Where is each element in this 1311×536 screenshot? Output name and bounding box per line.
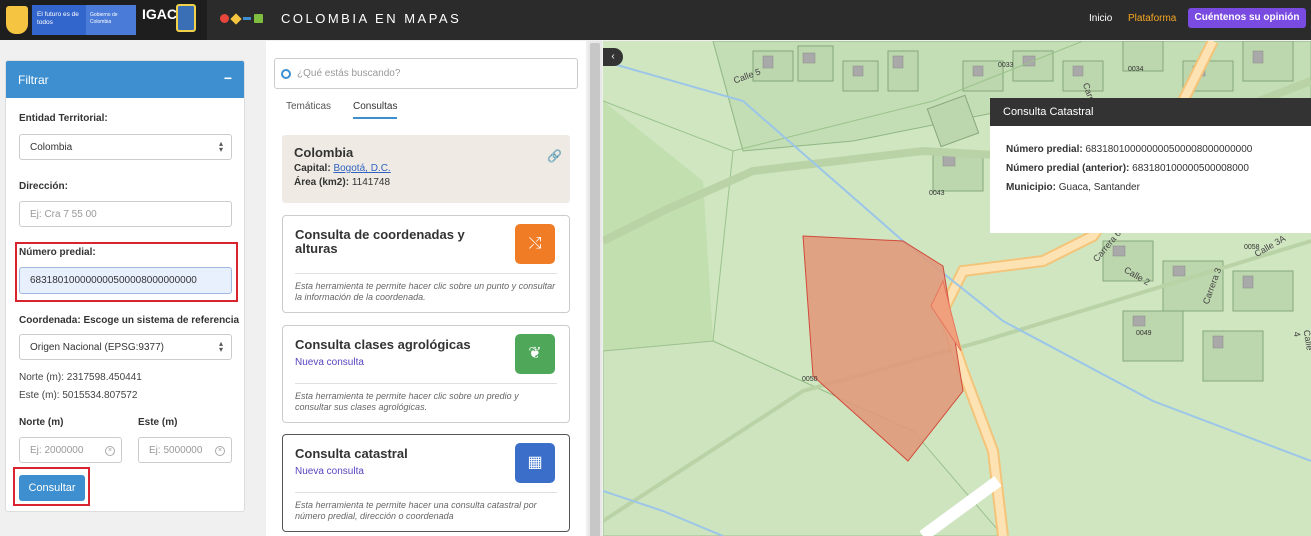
tab-consultas[interactable]: Consultas <box>353 101 398 119</box>
tools-panel: ¿Qué estás buscando? Temáticas Consultas… <box>266 41 586 536</box>
parcel-label: 0050 <box>802 376 818 383</box>
direccion-label: Dirección: <box>19 181 68 192</box>
parcel-label: 0033 <box>998 62 1014 69</box>
consultar-button[interactable]: Consultar <box>19 475 85 501</box>
tool-title: Consulta catastral <box>295 446 408 461</box>
select-arrows-icon: ▴ ▾ <box>218 139 223 154</box>
search-input[interactable]: ¿Qué estás buscando? <box>274 58 578 89</box>
clear-icon[interactable]: × <box>215 446 225 456</box>
tab-tematicas[interactable]: Temáticas <box>286 101 331 112</box>
coordenada-label: Coordenada: Escoge un sistema de referen… <box>19 315 240 326</box>
colombia-card: Colombia Capital: Bogotá, D.C. Área (km2… <box>282 135 570 203</box>
link-icon[interactable]: 🔗 <box>547 149 562 163</box>
layout-icon: ▦ <box>515 443 555 483</box>
tool-title: Consulta clases agrológicas <box>295 337 471 352</box>
parcel-label: 0043 <box>929 190 945 197</box>
popup-anterior-label: Número predial (anterior): <box>1006 163 1130 174</box>
brand-title: COLOMBIA EN MAPAS <box>281 11 462 26</box>
este-label: Este (m) <box>138 417 178 428</box>
clear-icon[interactable]: × <box>105 446 115 456</box>
norte-readout: Norte (m): 2317598.450441 <box>19 372 142 383</box>
cadastral-popup: Consulta Catastral Número predial: 68318… <box>990 98 1311 233</box>
scrollbar-thumb[interactable] <box>590 43 600 536</box>
entidad-label: Entidad Territorial: <box>19 113 108 124</box>
igac-logo: IGAC <box>142 6 177 22</box>
predial-label: Número predial: <box>19 247 96 258</box>
norte-placeholder: Ej: 2000000 <box>30 444 84 456</box>
nav-plataforma[interactable]: Plataforma <box>1128 13 1176 24</box>
este-placeholder: Ej: 5000000 <box>149 444 203 456</box>
entidad-select[interactable]: Colombia ▴ ▾ <box>19 134 232 160</box>
popup-municipio-value: Guaca, Santander <box>1058 182 1140 193</box>
tool-subtitle[interactable]: Nueva consulta <box>295 357 364 368</box>
tool-card-agrologicas[interactable]: Consulta clases agrológicas Nueva consul… <box>282 325 570 423</box>
popup-title: Consulta Catastral <box>990 98 1311 126</box>
coordenada-select[interactable]: Origen Nacional (EPSG:9377) ▴ ▾ <box>19 334 232 360</box>
filter-panel: Filtrar − Entidad Territorial: Colombia … <box>5 60 245 512</box>
popup-numero: Número predial: 683180100000000500008000… <box>1006 144 1252 155</box>
nav-inicio[interactable]: Inicio <box>1089 13 1112 24</box>
gobierno-logo: Gobierno de Colombia <box>86 5 136 35</box>
coordenada-value: Origen Nacional (EPSG:9377) <box>30 341 164 353</box>
tool-subtitle[interactable]: Nueva consulta <box>295 466 364 477</box>
popup-municipio: Municipio: Guaca, Santander <box>1006 182 1140 193</box>
colombia-shield-icon <box>6 6 28 34</box>
divider <box>295 492 557 493</box>
este-readout: Este (m): 5015534.807572 <box>19 390 138 401</box>
norte-input[interactable]: Ej: 2000000 × <box>19 437 122 463</box>
parcel-label: 0049 <box>1136 330 1152 337</box>
parcel-label: 0034 <box>1128 66 1144 73</box>
popup-numero-label: Número predial: <box>1006 144 1083 155</box>
divider <box>295 383 557 384</box>
norte-label: Norte (m) <box>19 417 64 428</box>
parcel-label: 0058 <box>1244 244 1260 251</box>
popup-anterior-value: 683180100000500008000 <box>1132 163 1249 174</box>
search-placeholder: ¿Qué estás buscando? <box>297 68 401 79</box>
plant-icon: ❦ <box>515 334 555 374</box>
colombia-title: Colombia <box>294 145 354 160</box>
tool-description: Esta herramienta te permite hacer una co… <box>295 500 537 521</box>
filter-title: Filtrar <box>18 73 49 87</box>
area-value: 1141748 <box>351 177 391 188</box>
tool-card-coordenadas[interactable]: Consulta de coordenadas y alturas ⤭ Esta… <box>282 215 570 313</box>
arrows-icon: ⤭ <box>515 224 555 264</box>
street-label: Calle 4 <box>1291 329 1311 352</box>
panel-scrollbar[interactable] <box>588 41 602 536</box>
government-logos: El futuro es de todos Gobierno de Colomb… <box>0 0 207 40</box>
filter-header[interactable]: Filtrar − <box>6 61 244 98</box>
capital-link[interactable]: Bogotá, D.C. <box>333 163 390 174</box>
popup-municipio-label: Municipio: <box>1006 182 1056 193</box>
collapse-panel-chevron-left-icon[interactable]: ‹ <box>603 48 623 66</box>
capital-label: Capital: <box>294 163 331 174</box>
top-bar: El futuro es de todos Gobierno de Colomb… <box>0 0 1311 40</box>
predial-input[interactable]: 683180100000000500008000000000 <box>19 267 232 294</box>
tool-title: Consulta de coordenadas y alturas <box>295 227 465 256</box>
brand-dots-icon <box>220 12 263 25</box>
tool-card-catastral[interactable]: Consulta catastral Nueva consulta ▦ Esta… <box>282 434 570 532</box>
entidad-value: Colombia <box>30 141 73 153</box>
igac-emblem-icon <box>176 4 196 32</box>
collapse-icon[interactable]: − <box>224 70 232 86</box>
tool-description: Esta herramienta te permite hacer clic s… <box>295 391 519 412</box>
search-icon <box>281 68 291 79</box>
futuro-logo: El futuro es de todos <box>32 5 86 35</box>
este-input[interactable]: Ej: 5000000 × <box>138 437 232 463</box>
divider <box>295 273 557 274</box>
area-label: Área (km2): <box>294 177 350 188</box>
feedback-button[interactable]: Cuéntenos su opinión <box>1188 8 1306 28</box>
select-arrows-icon: ▴ ▾ <box>218 339 223 354</box>
popup-numero-value: 683180100000000500008000000000 <box>1085 144 1253 155</box>
direccion-input[interactable]: Ej: Cra 7 55 00 <box>19 201 232 227</box>
tool-description: Esta herramienta te permite hacer clic s… <box>295 281 556 302</box>
popup-anterior: Número predial (anterior): 6831801000005… <box>1006 163 1249 174</box>
